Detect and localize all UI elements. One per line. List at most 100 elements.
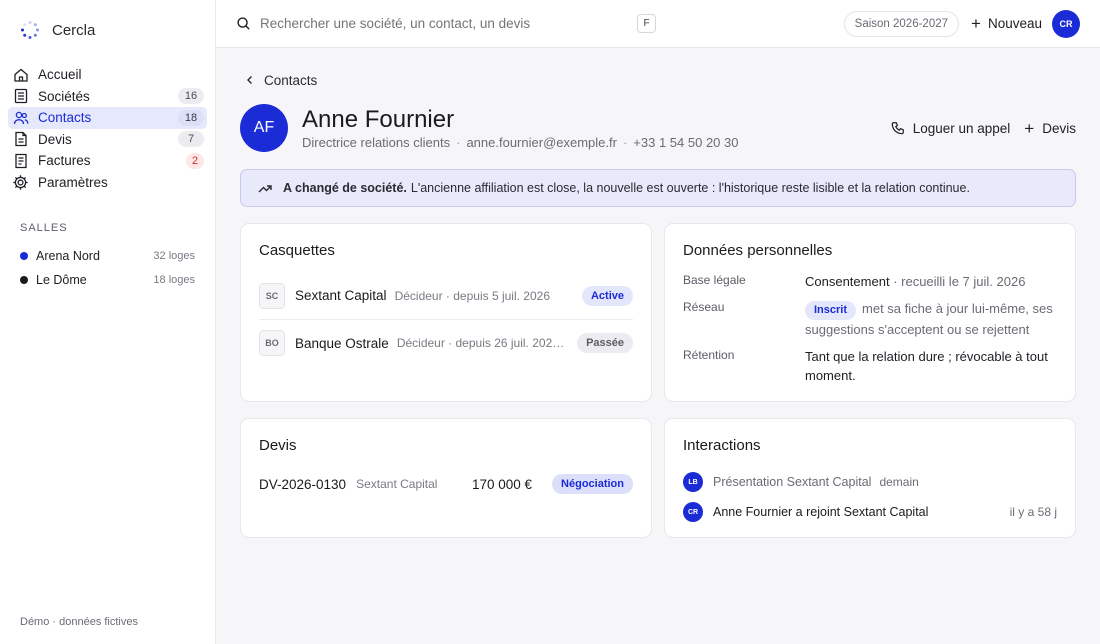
contact-identity: Anne Fournier Directrice relations clien… (302, 106, 738, 150)
sidebar-item-label: Accueil (38, 67, 82, 83)
sidebar-item-contacts[interactable]: Contacts 18 (8, 107, 207, 129)
list-item[interactable]: CR Anne Fournier a rejoint Sextant Capit… (683, 497, 1057, 527)
notice-title: A changé de société. (283, 181, 407, 195)
contact-meta: Directrice relations clients · anne.fourni… (302, 135, 738, 150)
table-row[interactable]: DV-2026-0130 Sextant Capital 170 000 € N… (259, 474, 633, 494)
app-name: Cercla (52, 21, 96, 39)
separator: · (622, 135, 628, 150)
plus-icon: + (971, 14, 981, 33)
list-item[interactable]: LB Présentation Sextant Capital demain (683, 467, 1057, 497)
quote-amount: 170 000 € (471, 476, 533, 492)
contact-email[interactable]: anne.fournier@exemple.fr (466, 135, 617, 150)
field-label: Base légale (683, 273, 746, 287)
gear-icon (11, 173, 30, 192)
status-badge: Inscrit (805, 301, 857, 320)
status-badge: Négociation (552, 474, 633, 494)
company-initials: BO (259, 330, 285, 356)
sidebar-item-label: Devis (38, 131, 72, 147)
list-item[interactable]: SC Sextant Capital Décideur · depuis 5 j… (259, 272, 633, 319)
venue-dot (20, 252, 28, 260)
page-title: Anne Fournier (302, 106, 455, 133)
home-icon (11, 65, 30, 84)
field-label: Réseau (683, 300, 725, 314)
search-input[interactable] (260, 16, 630, 31)
interaction-text: Anne Fournier a rejoint Sextant Capital (713, 505, 929, 519)
document-icon (11, 130, 30, 149)
content: Contacts AF Anne Fournier Directrice rel… (216, 68, 1100, 538)
sidebar-item-devis[interactable]: Devis 7 (8, 129, 207, 151)
venue-count: 32 loges (153, 250, 195, 262)
sidebar-item-accueil[interactable]: Accueil (8, 64, 207, 86)
contact-phone[interactable]: +33 1 54 50 20 30 (633, 135, 738, 150)
interaction-text: Présentation Sextant Capital (713, 475, 872, 489)
quote-company: Sextant Capital (356, 477, 438, 491)
company-name[interactable]: Banque Ostrale (295, 336, 389, 351)
search-icon (237, 17, 250, 30)
venue-arena-nord[interactable]: Arena Nord 32 loges (0, 244, 215, 268)
separator: · (456, 135, 461, 150)
sidebar-item-label: Paramètres (38, 174, 108, 190)
topbar-right: Saison 2026-2027 + Nouveau CR (843, 9, 1080, 38)
field-value: Consentement · recueilli le 7 juil. 2026 (805, 272, 1057, 291)
new-quote-button[interactable]: + Devis (1024, 120, 1076, 137)
field-value: Inscrit met sa fiche à jour lui-même, ses… (805, 299, 1057, 339)
legal-basis-row: Base légale Consentement · recueilli le … (683, 272, 1057, 291)
users-icon (11, 108, 30, 127)
building-icon (11, 87, 30, 106)
search-shortcut: F (637, 14, 656, 33)
user-avatar[interactable]: CR (1052, 9, 1080, 38)
sidebar-item-count: 16 (178, 88, 204, 105)
logo-icon (21, 21, 39, 39)
sidebar-item-factures[interactable]: Factures 2 (8, 150, 207, 172)
back-link-label: Contacts (264, 72, 318, 88)
season-selector[interactable]: Saison 2026-2027 (843, 10, 960, 37)
venue-le-dome[interactable]: Le Dôme 18 loges (0, 268, 215, 292)
brand[interactable]: Cercla (0, 0, 215, 60)
role-detail: Décideur · depuis 26 juil. 2022… (396, 336, 568, 350)
sidebar-item-label: Contacts (38, 110, 92, 126)
venue-name: Arena Nord (36, 249, 100, 263)
role-detail: Décideur · depuis 5 juil. 2026 (394, 288, 550, 303)
venue-name: Le Dôme (36, 273, 87, 287)
sidebar-item-societes[interactable]: Sociétés 16 (8, 86, 207, 108)
company-name[interactable]: Sextant Capital (295, 288, 387, 303)
network-row: Réseau Inscrit met sa fiche à jour lui-mê… (683, 299, 1057, 339)
sidebar-item-count: 7 (178, 131, 204, 148)
topbar: F Saison 2026-2027 + Nouveau CR (216, 0, 1100, 48)
trending-up-icon (258, 185, 272, 193)
avatar: LB (683, 472, 703, 492)
sidebar-item-parametres[interactable]: Paramètres (8, 172, 207, 194)
status-badge: Active (581, 285, 633, 306)
field-label: Rétention (683, 348, 735, 362)
company-change-notice: A changé de société. L'ancienne affiliat… (240, 169, 1076, 207)
card-title: Devis (259, 437, 297, 454)
quote-id[interactable]: DV-2026-0130 (259, 477, 346, 492)
avatar: CR (683, 502, 703, 522)
card-title: Interactions (683, 437, 761, 454)
notice-text: L'ancienne affiliation est close, la nou… (410, 181, 970, 195)
retention-text: Tant que la relation dure ; révocable à … (805, 349, 1048, 383)
card-title: Casquettes (259, 242, 335, 259)
sidebar: Cercla Accueil Sociétés 16 Contacts 18 D… (0, 0, 216, 644)
sidebar-item-label: Sociétés (38, 88, 90, 104)
sidebar-item-count: 18 (178, 109, 204, 126)
retention-row: Rétention Tant que la relation dure ; ré… (683, 347, 1057, 385)
log-call-button[interactable]: Loguer un appel (891, 121, 1010, 136)
venue-dot (20, 276, 28, 284)
cards-grid: Casquettes SC Sextant Capital Décideur ·… (240, 223, 1076, 538)
invoice-icon (11, 151, 30, 170)
plus-icon: + (1024, 118, 1035, 138)
sidebar-nav: Accueil Sociétés 16 Contacts 18 Devis 7 … (0, 60, 215, 193)
chevron-left-icon (247, 76, 252, 84)
contact-role: Directrice relations clients (302, 135, 451, 150)
venue-count: 18 loges (153, 274, 195, 286)
new-button[interactable]: + Nouveau (971, 15, 1042, 32)
sidebar-item-label: Factures (38, 153, 91, 169)
legal-detail: · recueilli le 7 juil. 2026 (893, 274, 1026, 289)
legal-value: Consentement (805, 274, 890, 289)
status-badge: Passée (577, 333, 633, 353)
new-button-label: Nouveau (987, 16, 1042, 31)
main-area: F Saison 2026-2027 + Nouveau CR Contacts… (216, 0, 1100, 644)
back-link[interactable]: Contacts (240, 68, 320, 92)
list-item[interactable]: BO Banque Ostrale Décideur · depuis 26 j… (259, 319, 633, 366)
